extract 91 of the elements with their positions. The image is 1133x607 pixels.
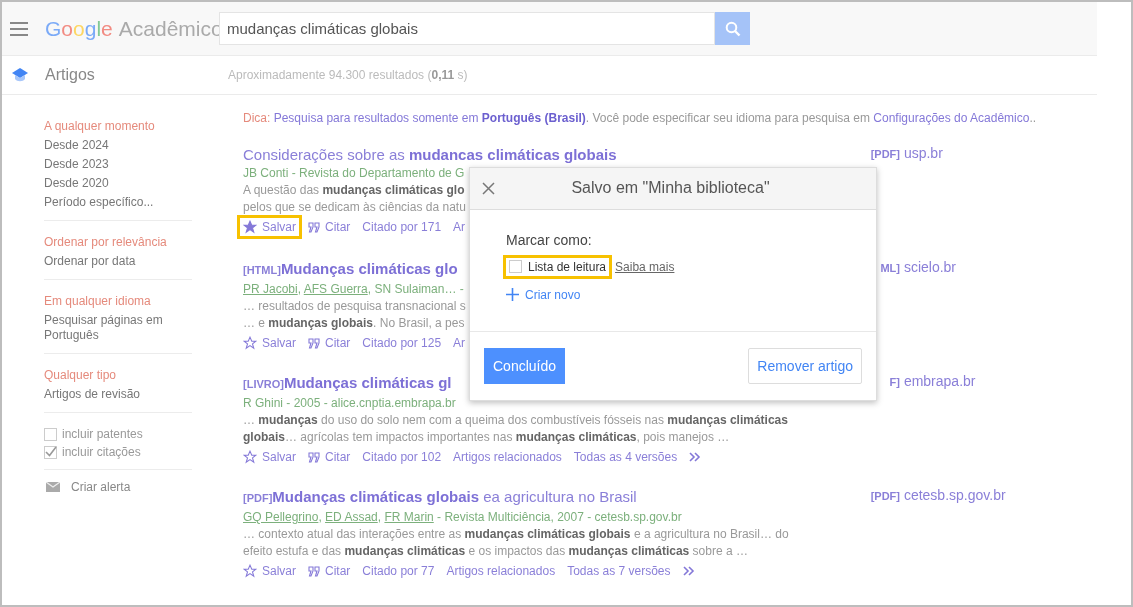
save-link[interactable]: Salvar <box>237 559 302 583</box>
envelope-icon <box>46 482 60 492</box>
logo[interactable]: Google Acadêmico <box>45 16 220 41</box>
checkbox[interactable] <box>44 427 57 441</box>
tip-link[interactable]: Pesquisa para resultados somente em Português (Brasil) <box>273 111 586 125</box>
star-icon <box>243 336 257 350</box>
quote-icon <box>308 565 320 577</box>
snippet-text: … contexto atual das interações entre as mudanças climáticas globais e a agricultura no Brasil… do efeito estufa e das mudanças climáticas e os impactos das mudanças climáticas sobre a … <box>243 526 790 560</box>
menu-icon[interactable] <box>10 21 28 36</box>
checkbox-label: incluir patentes <box>62 427 143 441</box>
filter-link[interactable]: Desde 2024 <box>44 138 192 153</box>
search-field[interactable]: mudanças climáticas globais <box>219 12 715 45</box>
checkbox-label: incluir citações <box>62 445 141 459</box>
save-link[interactable]: Salvar <box>237 215 302 239</box>
result-action-link[interactable]: Artigos relacionados <box>446 562 556 580</box>
byline-text: , <box>318 510 323 524</box>
result-action-link[interactable]: Citado por 171 <box>362 218 442 236</box>
result-title-link[interactable]: Mudanças climáticas globais ea agricultura no Brasil <box>272 488 637 505</box>
cite-link[interactable]: Citar <box>308 448 351 466</box>
star-icon <box>243 220 257 234</box>
byline-text: , <box>377 510 383 524</box>
quote-icon <box>308 337 320 349</box>
format-tag: [PDF] <box>243 492 273 504</box>
double-chevron-icon[interactable] <box>682 566 696 576</box>
filter-link[interactable]: Qualquer tipo <box>44 368 192 383</box>
cite-link[interactable]: Citar <box>308 218 351 236</box>
snippet-text: … resultados de pesquisa transnacional s <box>243 298 466 315</box>
snippet-text: … e mudanças globais. No Brasil, a pes <box>243 315 465 332</box>
result-action-link[interactable]: Artigos relacionados <box>453 448 562 466</box>
save-link[interactable]: Salvar <box>237 445 302 469</box>
result-stats: Aproximadamente 94.300 resultados (0,11 s) <box>228 68 468 82</box>
star-icon <box>243 564 257 578</box>
quote-icon <box>308 221 320 233</box>
author-link[interactable]: AFS Guerra <box>303 282 368 296</box>
tip-link[interactable]: Configurações do Acadêmico <box>873 111 1030 125</box>
filter-link[interactable]: Pesquisar páginas em Português <box>44 313 192 343</box>
filter-link[interactable]: Em qualquer idioma <box>44 294 192 309</box>
label-checkbox[interactable]: Lista de leitura <box>506 257 610 276</box>
section-title: Artigos <box>45 66 96 84</box>
result-action-link[interactable]: Todas as 4 versões <box>573 448 678 466</box>
format-tag: [LIVRO] <box>243 378 284 390</box>
search-button[interactable] <box>715 12 750 45</box>
result-action-link[interactable]: Ar <box>453 334 466 352</box>
create-alert-link[interactable]: Criar alerta <box>71 480 131 494</box>
filter-link[interactable]: Desde 2023 <box>44 157 192 172</box>
author-link[interactable]: ED Assad <box>325 510 378 524</box>
byline-text: JB Conti - Revista do Departamento de G <box>243 166 465 180</box>
tip-text: Dica: Pesquisa para resultados somente em Português (Brasil). Você pode especificar seu idioma para pesquisa em Configurações do Acadêmico.. <box>243 111 1038 125</box>
learn-more-link[interactable]: Saiba mais <box>615 259 675 274</box>
result-action-link[interactable]: Todas as 7 versões <box>567 562 671 580</box>
result-action-link[interactable]: Citado por 125 <box>362 334 442 352</box>
snippet-text: … mudanças do uso do solo nem com a queima dos combustíveis fósseis nas mudanças climáticas globais… agrícolas tem impactos importantes nas mudanças climáticas, pois manejos … <box>243 412 789 446</box>
filter-link[interactable]: Ordenar por relevância <box>44 235 192 250</box>
byline-text: , SN Sulaiman… - <box>367 282 464 296</box>
result-title-link[interactable]: Considerações sobre as mudancas climáticas globais <box>243 146 617 163</box>
format-tag: [HTML] <box>243 264 281 276</box>
search-icon <box>724 20 741 37</box>
done-button[interactable]: Concluído <box>484 348 566 384</box>
result-title-link[interactable]: Mudanças climáticas gl <box>283 374 452 391</box>
byline-text: R Ghini - 2005 - alice.cnptia.embrapa.br <box>243 396 456 410</box>
star-icon <box>243 450 257 464</box>
remove-article-button[interactable]: Remover artigo <box>748 348 862 384</box>
result-action-link[interactable]: Citado por 77 <box>362 562 435 580</box>
filter-link[interactable]: Período específico... <box>44 195 192 210</box>
author-link[interactable]: PR Jacobi <box>243 282 298 296</box>
save-link[interactable]: Salvar <box>237 331 302 355</box>
create-label-link[interactable]: Criar novo <box>506 287 581 302</box>
filter-link[interactable]: Desde 2020 <box>44 176 192 191</box>
filter-link[interactable]: A qualquer momento <box>44 119 192 134</box>
plus-icon <box>506 288 519 302</box>
result-title-link[interactable]: Mudanças climáticas glo <box>280 260 458 277</box>
source-link[interactable]: [PDF] cetesb.sp.gov.br <box>848 487 1006 503</box>
filter-link[interactable]: Ordenar por data <box>44 254 192 269</box>
dialog-prompt: Marcar como: <box>506 231 593 248</box>
byline-text: , <box>297 282 303 296</box>
byline-text: - Revista Multiciência, 2007 - cetesb.sp.gov.br <box>436 510 682 524</box>
quote-icon <box>308 451 320 463</box>
graduation-cap-icon <box>11 67 29 83</box>
close-icon[interactable] <box>482 181 495 195</box>
snippet-text: A questão das mudanças climáticas glo <box>243 182 465 199</box>
filter-link[interactable]: Artigos de revisão <box>44 387 192 402</box>
cite-link[interactable]: Citar <box>308 334 351 352</box>
dialog-title: Salvo em "Minha biblioteca" <box>570 179 771 198</box>
author-link[interactable]: FR Marin <box>384 510 434 524</box>
source-link[interactable]: [PDF] usp.br <box>848 145 943 161</box>
checkbox[interactable] <box>44 445 57 459</box>
cite-link[interactable]: Citar <box>308 562 351 580</box>
result-action-link[interactable]: Citado por 102 <box>362 448 442 466</box>
result-action-link[interactable]: Ar <box>453 218 466 236</box>
double-chevron-icon[interactable] <box>689 452 703 462</box>
snippet-text: pelos que se dedicam às ciências da natu <box>243 199 466 216</box>
